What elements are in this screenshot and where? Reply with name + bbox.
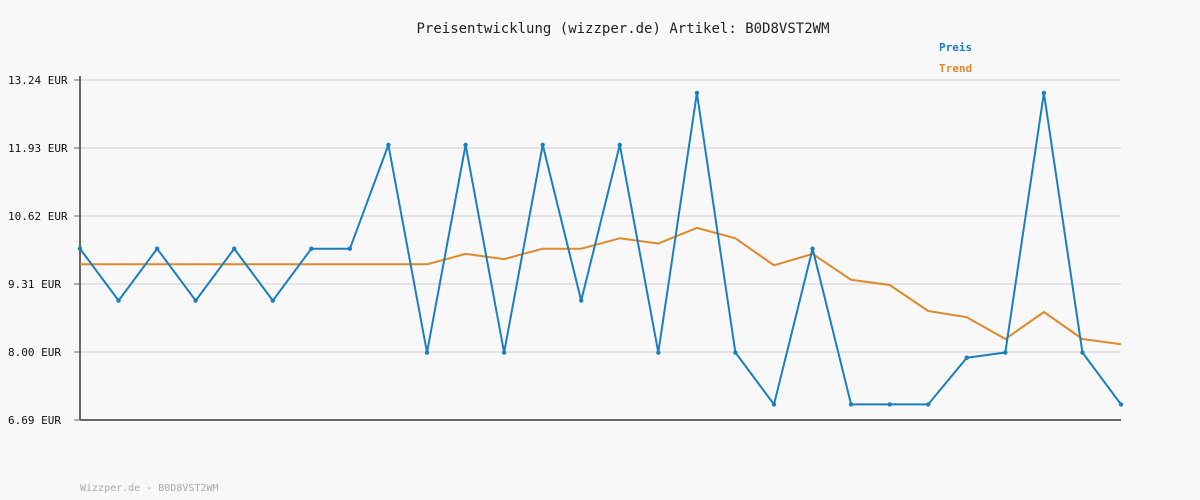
price-point xyxy=(887,402,892,407)
price-point xyxy=(926,402,931,407)
y-tick-label: 11.93 EUR xyxy=(8,142,68,155)
price-point xyxy=(1080,350,1085,355)
price-point xyxy=(270,298,275,303)
price-point xyxy=(964,355,969,360)
series-lines xyxy=(77,90,1124,407)
price-point xyxy=(848,402,854,407)
price-point xyxy=(193,298,198,303)
legend-preis: Preis xyxy=(939,41,972,54)
price-point xyxy=(463,142,468,148)
price-point xyxy=(309,246,314,251)
price-point xyxy=(540,142,545,148)
price-point xyxy=(232,246,237,251)
y-tick-label: 6.69 EUR xyxy=(8,414,61,427)
price-point xyxy=(771,402,777,407)
price-point xyxy=(386,142,391,148)
price-point xyxy=(656,350,661,355)
chart-svg: Preisentwicklung (wizzper.de) Artikel: B… xyxy=(8,21,1124,494)
price-chart: Preisentwicklung (wizzper.de) Artikel: B… xyxy=(0,0,1200,500)
price-point xyxy=(733,350,738,355)
price-point xyxy=(617,142,622,148)
price-point xyxy=(116,298,121,303)
footer-text: Wizzper.de - B0D8VST2WM xyxy=(80,483,218,494)
price-point xyxy=(1003,350,1008,355)
price-point xyxy=(694,90,700,96)
y-tick-label: 13.24 EUR xyxy=(8,74,68,87)
price-point xyxy=(77,246,83,251)
grid xyxy=(80,79,1121,353)
y-tick-label: 8.00 EUR xyxy=(8,346,61,359)
chart-title: Preisentwicklung (wizzper.de) Artikel: B… xyxy=(416,21,829,37)
price-point xyxy=(810,246,815,251)
legend-trend: Trend xyxy=(939,62,972,75)
y-tick-label: 10.62 EUR xyxy=(8,210,68,223)
price-point xyxy=(1118,402,1124,407)
y-axis-ticks: 13.24 EUR 11.93 EUR 10.62 EUR 9.31 EUR 8.00 … xyxy=(8,74,80,427)
price-point xyxy=(579,298,584,303)
price-point xyxy=(424,350,430,355)
series-line-trend xyxy=(80,226,1122,346)
price-point xyxy=(347,246,353,251)
price-point xyxy=(501,350,507,355)
price-point xyxy=(154,246,160,251)
price-point xyxy=(1041,90,1047,96)
y-tick-label: 9.31 EUR xyxy=(8,278,61,291)
